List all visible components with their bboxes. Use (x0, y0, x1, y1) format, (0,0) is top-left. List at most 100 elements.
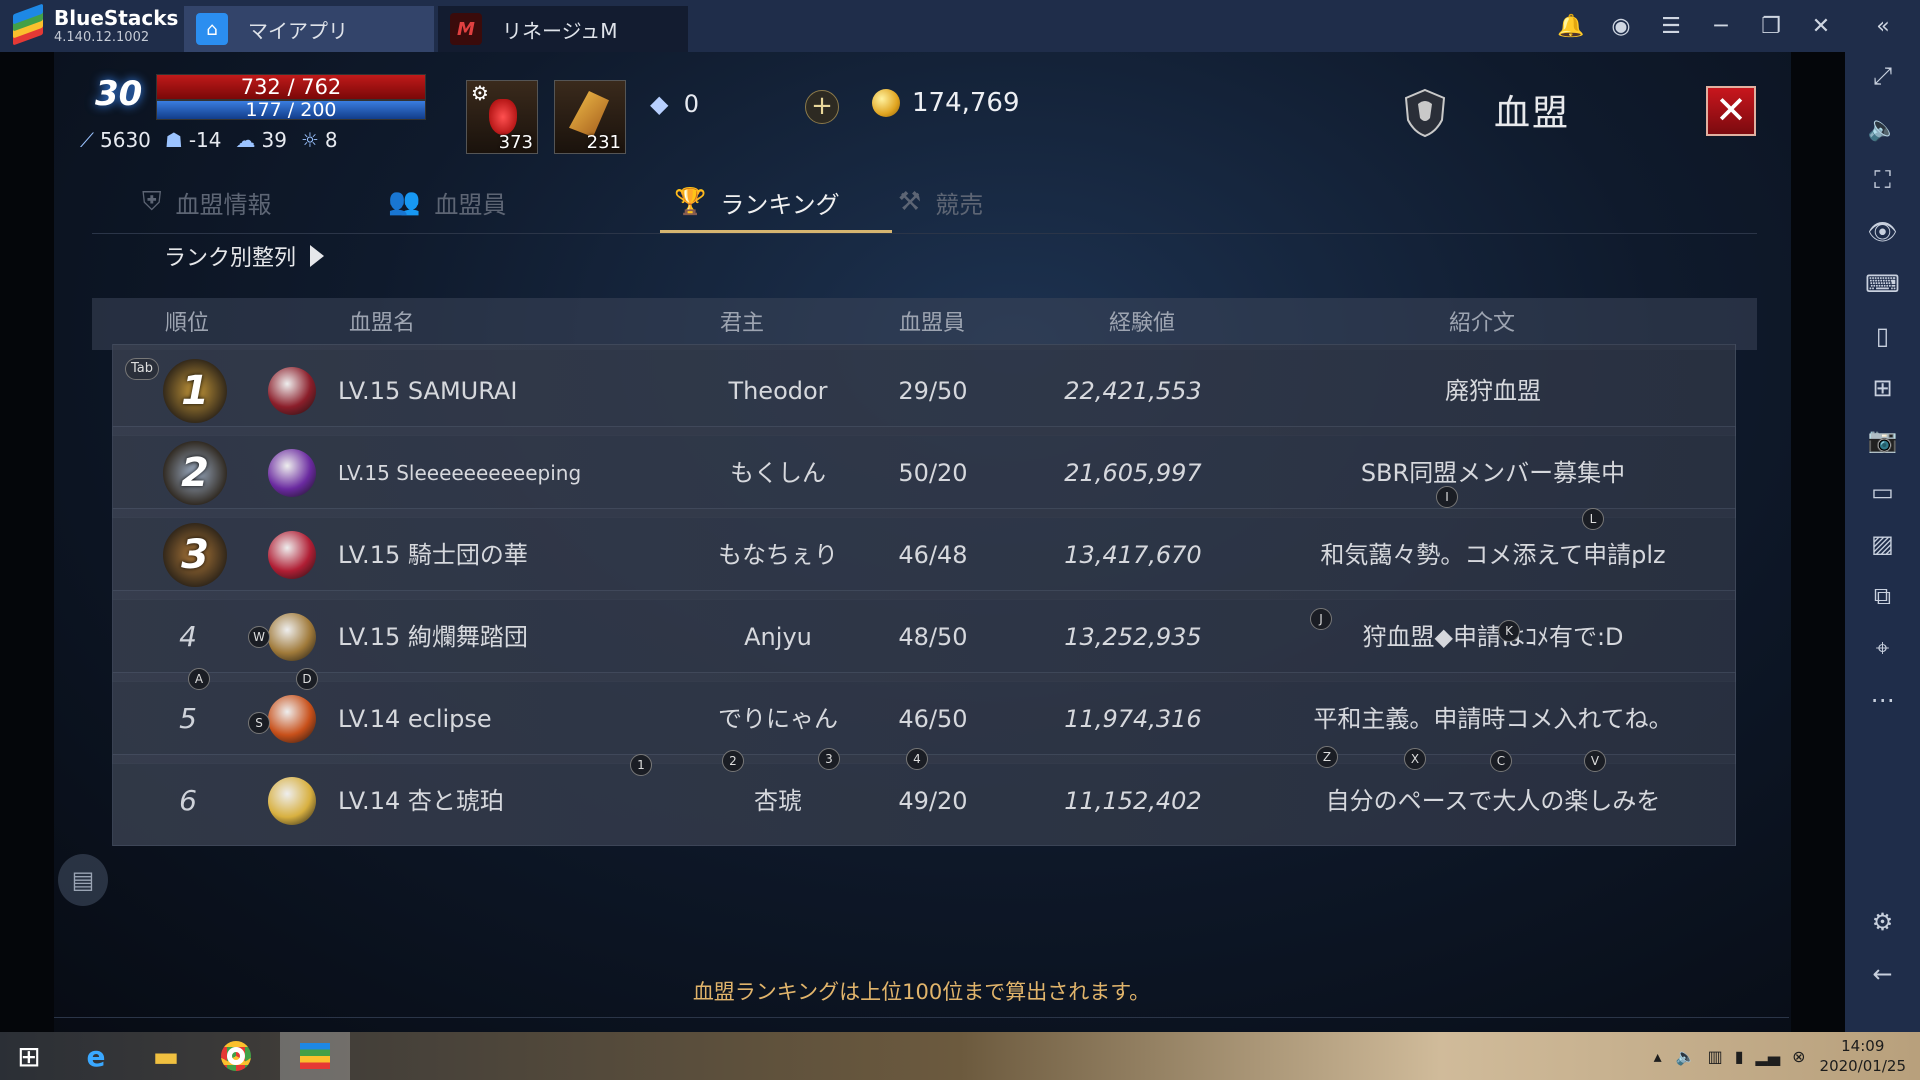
play-arrow-icon (310, 245, 325, 267)
clan-members-count: 46/50 (898, 705, 968, 733)
notification-center-icon[interactable]: ⊗ (1792, 1047, 1805, 1066)
rank-medal-icon: 3 (163, 523, 227, 587)
settings-gear-icon[interactable]: ⚙ (1845, 908, 1920, 936)
gavel-icon: ⚒ (898, 187, 922, 217)
rank-number-text: 5 (179, 702, 197, 735)
key-badge: I (1436, 486, 1458, 508)
lineage-m-app-icon: M (450, 13, 482, 45)
collapse-sidebar-icon[interactable]: « (1846, 14, 1920, 39)
app-name: BlueStacks (54, 6, 179, 30)
stat1-value: -14 (188, 128, 222, 152)
col-clan-name: 血盟名 (348, 311, 415, 336)
tab-lineage-m[interactable]: M リネージュM (438, 6, 688, 52)
internet-explorer-icon[interactable]: e (66, 1032, 126, 1080)
tab-ranking[interactable]: 🏆 ランキング (674, 170, 840, 234)
chrome-icon[interactable] (206, 1032, 266, 1080)
col-rank: 順位 (164, 311, 209, 336)
chat-icon: ▤ (71, 866, 95, 894)
ranking-row[interactable]: 4 LV.15 絢爛舞踏団 Anjyu 48/50 13,252,935 狩血盟◆申請はｺ… (112, 590, 1736, 682)
ranking-row[interactable]: 3 LV.15 騎士団の華 もなちぇり 46/48 13,417,670 和気藹々勢。コメ… (112, 508, 1736, 600)
menu-icon[interactable]: ☰ (1646, 14, 1696, 39)
clan-crest-icon (1404, 88, 1446, 138)
coin-icon (872, 89, 900, 117)
signal-icon[interactable]: ▂▄ (1756, 1047, 1781, 1066)
stat3-value: 8 (324, 128, 338, 152)
col-members: 血盟員 (898, 311, 965, 336)
adena-counter: 174,769 (872, 88, 1020, 118)
clan-lord: Anjyu (744, 623, 812, 651)
eye-icon[interactable]: 👁 (1845, 218, 1920, 246)
key-badge: S (248, 712, 270, 734)
clan-lord: もくしん (730, 459, 826, 487)
video-record-icon[interactable]: ▭ (1845, 478, 1920, 506)
location-icon[interactable]: ⌖ (1845, 634, 1920, 662)
tray-expand-icon[interactable]: ▴ (1654, 1047, 1662, 1066)
windows-start-icon[interactable]: ⊞ (0, 1032, 58, 1080)
close-window-icon[interactable]: ✕ (1796, 14, 1846, 39)
ac-value: 5630 (100, 128, 151, 152)
ac-icon: ⟋ (80, 128, 94, 152)
tab-auction[interactable]: ⚒ 競売 (898, 170, 983, 234)
clan-lord: Theodor (728, 377, 828, 405)
clan-intro: 狩血盟◆申請はｺﾒ有で:D (1362, 623, 1624, 651)
ranking-row[interactable]: 2 LV.15 Sleeeeeeeeeeping もくしん 50/20 21,605,9… (112, 426, 1736, 518)
keyboard-icon[interactable]: ⌨ (1845, 270, 1920, 298)
back-arrow-icon[interactable]: ← (1845, 960, 1920, 988)
clan-name: LV.15 SAMURAI (338, 377, 518, 405)
network-icon[interactable]: ▥ (1708, 1047, 1723, 1066)
account-icon[interactable]: ◉ (1596, 14, 1646, 39)
rank-number-text: 4 (179, 620, 197, 653)
rank-number: 4 (113, 591, 263, 684)
clan-emblem-icon (268, 449, 316, 497)
key-badge: J (1310, 608, 1332, 630)
phone-icon[interactable]: ▯ (1845, 322, 1920, 350)
key-badge: K (1498, 620, 1520, 642)
notification-bell-icon[interactable]: 🔔 (1546, 14, 1596, 39)
gallery-icon[interactable]: ▨ (1845, 530, 1920, 558)
bluestacks-taskbar-icon[interactable] (280, 1032, 350, 1080)
rank-medal-icon: 1 (163, 359, 227, 423)
more-icon[interactable]: ⋯ (1845, 686, 1920, 714)
tab-clan-info[interactable]: ⛨ 血盟情報 (142, 170, 272, 234)
stat2-value: 39 (261, 128, 287, 152)
restore-icon[interactable]: ❐ (1746, 14, 1796, 39)
speaker-icon[interactable]: 🔈 (1676, 1047, 1696, 1066)
potion-slot[interactable]: ⚙ 373 (466, 80, 538, 154)
clan-subtabs: ⛨ 血盟情報 👥 血盟員 🏆 ランキング ⚒ 競売 (92, 170, 1757, 234)
sort-by-rank-button[interactable]: ランク別整列 (164, 240, 325, 272)
clock-date: 2020/01/25 (1819, 1057, 1906, 1075)
expand-icon[interactable]: ⛶ (1845, 166, 1920, 194)
tab-my-apps[interactable]: ⌂ マイアプリ (184, 6, 434, 52)
clan-name: LV.14 杏と琥珀 (338, 787, 504, 815)
camera-icon[interactable]: 📷 (1845, 426, 1920, 454)
clan-panel: 30 732 / 762 177 / 200 ⟋ 5630 ☗ -14 ☁ 39 ☼ 8… (54, 52, 1789, 1032)
potion-icon (489, 99, 517, 135)
wing-icon: ☁ (235, 128, 256, 152)
file-explorer-icon[interactable]: ▬ (136, 1032, 196, 1080)
title-bar: BlueStacks 4.140.12.1002 ⌂ マイアプリ M リネージュ… (0, 0, 1920, 52)
tab-clan-members[interactable]: 👥 血盟員 (388, 170, 506, 234)
tab-my-apps-label: マイアプリ (248, 18, 348, 43)
clan-members-count: 50/20 (898, 459, 968, 487)
key-badge: C (1490, 750, 1512, 772)
volume-icon[interactable]: 🔈 (1845, 114, 1920, 142)
clock[interactable]: 14:09 2020/01/25 (1820, 1036, 1906, 1076)
multi-instance-icon[interactable]: ⧉ (1845, 582, 1920, 610)
battery-icon[interactable]: ▮ (1735, 1047, 1744, 1066)
minimize-icon[interactable]: ─ (1696, 14, 1746, 39)
clan-name: LV.15 騎士団の華 (338, 541, 528, 569)
ranking-table-header: 順位 血盟名 君主 血盟員 経験値 紹介文 (92, 298, 1757, 350)
feather-slot[interactable]: 231 (554, 80, 626, 154)
clan-exp: 13,417,670 (1064, 541, 1202, 569)
fullscreen-icon[interactable]: ⤢ (1845, 62, 1920, 90)
add-currency-button[interactable]: + (805, 90, 839, 124)
player-level: 30 (95, 74, 143, 114)
clan-emblem-icon (268, 367, 316, 415)
chat-button[interactable]: ▤ (58, 854, 108, 906)
ranking-row[interactable]: 1 LV.15 SAMURAI Theodor 29/50 22,421,553 廃狩血盟 (112, 344, 1736, 436)
close-panel-button[interactable]: ✕ (1706, 86, 1756, 136)
key-badge: 4 (906, 748, 928, 770)
feather-count: 231 (586, 132, 621, 153)
bluestacks-sidebar: ⤢ 🔈 ⛶ 👁 ⌨ ▯ ⊞ 📷 ▭ ▨ ⧉ ⌖ ⋯ ⚙ ← (1845, 52, 1920, 1032)
gamepad-icon[interactable]: ⊞ (1845, 374, 1920, 402)
